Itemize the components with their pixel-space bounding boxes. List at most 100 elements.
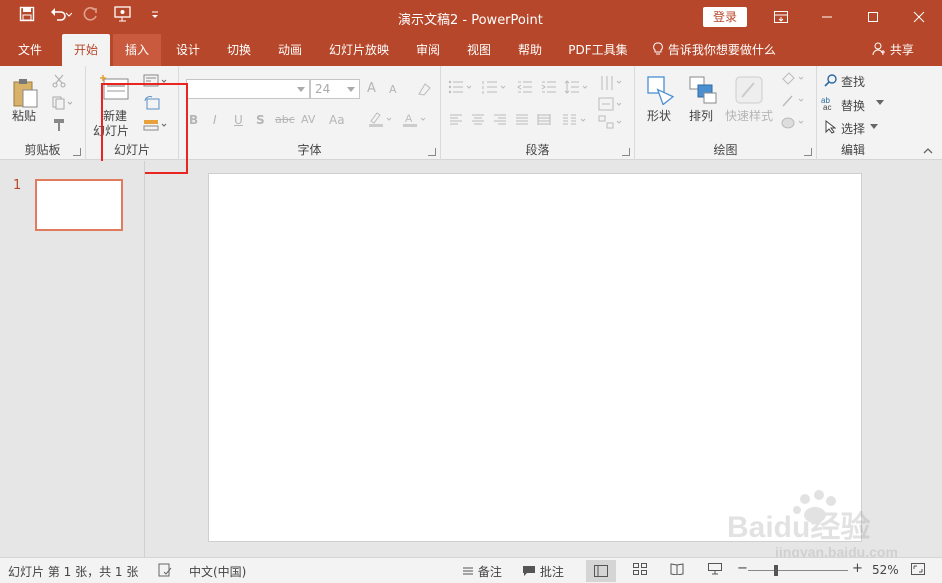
align-text-icon[interactable] — [597, 96, 627, 112]
font-color-icon[interactable]: A — [401, 110, 431, 128]
ribbon-display-options-icon[interactable] — [758, 0, 804, 34]
font-launcher[interactable] — [428, 148, 436, 156]
comments-button[interactable]: 批注 — [522, 563, 564, 580]
thumbnail-number: 1 — [13, 178, 22, 193]
normal-view-button[interactable] — [586, 560, 616, 582]
tab-view[interactable]: 视图 — [457, 34, 501, 66]
select-dropdown-icon[interactable] — [869, 122, 879, 132]
notes-icon — [463, 567, 473, 575]
copy-icon[interactable] — [50, 94, 76, 112]
group-label-slides: 幻灯片 — [113, 143, 150, 157]
clear-format-icon[interactable] — [415, 80, 433, 98]
increase-indent-icon[interactable] — [539, 78, 559, 96]
minimize-icon[interactable] — [804, 0, 850, 34]
tab-home[interactable]: 开始 — [62, 34, 110, 66]
replace-dropdown-icon[interactable] — [875, 98, 885, 108]
zoom-in-button[interactable]: + — [852, 561, 863, 576]
format-painter-icon[interactable] — [50, 116, 68, 134]
columns-icon[interactable] — [561, 112, 589, 128]
smartart-icon[interactable] — [597, 114, 627, 130]
font-family-combo[interactable] — [186, 79, 310, 99]
find-icon[interactable] — [823, 73, 837, 87]
shape-outline-icon[interactable] — [779, 92, 809, 110]
arrange-icon[interactable] — [687, 74, 719, 106]
customize-qat-icon[interactable] — [146, 6, 164, 24]
decrease-indent-icon[interactable] — [515, 78, 535, 96]
paragraph-launcher[interactable] — [622, 148, 630, 156]
fit-to-window-button[interactable] — [911, 563, 925, 578]
slideshow-button[interactable] — [708, 563, 722, 578]
drawing-launcher[interactable] — [804, 148, 812, 156]
tab-review[interactable]: 审阅 — [406, 34, 450, 66]
paste-icon[interactable] — [10, 76, 40, 110]
section-icon[interactable] — [142, 117, 170, 133]
spellcheck-icon[interactable] — [158, 563, 172, 580]
tab-insert[interactable]: 插入 — [113, 34, 161, 66]
text-direction-icon[interactable] — [597, 74, 627, 92]
slide-sorter-button[interactable] — [633, 563, 647, 578]
zoom-slider[interactable] — [748, 570, 848, 571]
align-left-icon[interactable] — [447, 112, 465, 128]
shrink-font-button[interactable]: A — [389, 83, 397, 96]
select-cursor-icon[interactable] — [823, 120, 837, 134]
shapes-icon[interactable] — [645, 74, 677, 106]
redo-icon[interactable] — [82, 6, 100, 24]
shape-effects-icon[interactable] — [779, 114, 809, 132]
grow-font-button[interactable]: A — [367, 81, 376, 96]
tab-animations[interactable]: 动画 — [268, 34, 312, 66]
clipboard-launcher[interactable] — [73, 148, 81, 156]
shadow-button[interactable]: S — [256, 113, 265, 127]
new-slide-icon[interactable] — [100, 74, 130, 104]
maximize-icon[interactable] — [850, 0, 896, 34]
align-right-icon[interactable] — [491, 112, 509, 128]
layout-icon[interactable] — [142, 73, 170, 89]
change-case-button[interactable]: Aa — [329, 113, 345, 127]
font-size-combo[interactable]: 24 — [310, 79, 360, 99]
tab-help[interactable]: 帮助 — [508, 34, 552, 66]
find-button[interactable]: 查找 — [841, 73, 865, 90]
italic-button[interactable]: I — [213, 113, 217, 127]
tab-design[interactable]: 设计 — [166, 34, 210, 66]
tab-slideshow[interactable]: 幻灯片放映 — [322, 34, 396, 66]
slide-thumbnail[interactable] — [35, 179, 123, 231]
underline-button[interactable]: U — [234, 113, 243, 127]
align-center-icon[interactable] — [469, 112, 487, 128]
window-title: 演示文稿2 - PowerPoint — [398, 13, 543, 28]
numbering-icon[interactable] — [481, 78, 511, 96]
share-label: 共享 — [889, 43, 914, 57]
zoom-out-button[interactable]: − — [737, 561, 748, 576]
char-spacing-button[interactable]: AV — [301, 113, 315, 126]
undo-icon[interactable] — [50, 6, 73, 24]
bold-button[interactable]: B — [189, 113, 198, 127]
paste-label: 粘贴 — [12, 109, 37, 123]
reading-view-button[interactable] — [670, 563, 684, 578]
line-spacing-icon[interactable] — [563, 78, 591, 96]
highlight-color-icon[interactable] — [367, 110, 397, 128]
quick-styles-icon[interactable] — [733, 74, 765, 106]
select-button[interactable]: 选择 — [841, 120, 865, 137]
cut-icon[interactable] — [50, 72, 68, 90]
language-status[interactable]: 中文(中国) — [189, 563, 246, 580]
tab-transitions[interactable]: 切换 — [217, 34, 261, 66]
notes-button[interactable]: 备注 — [462, 563, 502, 580]
strikethrough-button[interactable]: abc — [275, 113, 295, 126]
close-icon[interactable] — [896, 0, 942, 34]
shape-fill-icon[interactable] — [779, 70, 809, 88]
replace-icon[interactable]: ab ac — [821, 96, 839, 110]
zoom-level[interactable]: 52% — [872, 563, 899, 577]
bullets-icon[interactable] — [447, 78, 477, 96]
tab-file[interactable]: 文件 — [6, 34, 54, 66]
reading-view-icon — [670, 563, 684, 576]
distributed-icon[interactable] — [535, 112, 553, 128]
save-icon[interactable] — [18, 6, 36, 24]
login-button[interactable]: 登录 — [703, 7, 747, 27]
collapse-ribbon-icon[interactable] — [922, 146, 934, 156]
share-button[interactable]: 共享 — [872, 34, 914, 66]
replace-button[interactable]: 替换 — [841, 97, 865, 114]
zoom-slider-thumb[interactable] — [774, 565, 778, 576]
tab-pdf-tools[interactable]: PDF工具集 — [562, 34, 634, 66]
reset-icon[interactable] — [142, 95, 162, 111]
slideshow-from-start-icon[interactable] — [114, 6, 132, 24]
tell-me-search[interactable]: 告诉我你想要做什么 — [652, 34, 776, 66]
justify-icon[interactable] — [513, 112, 531, 128]
